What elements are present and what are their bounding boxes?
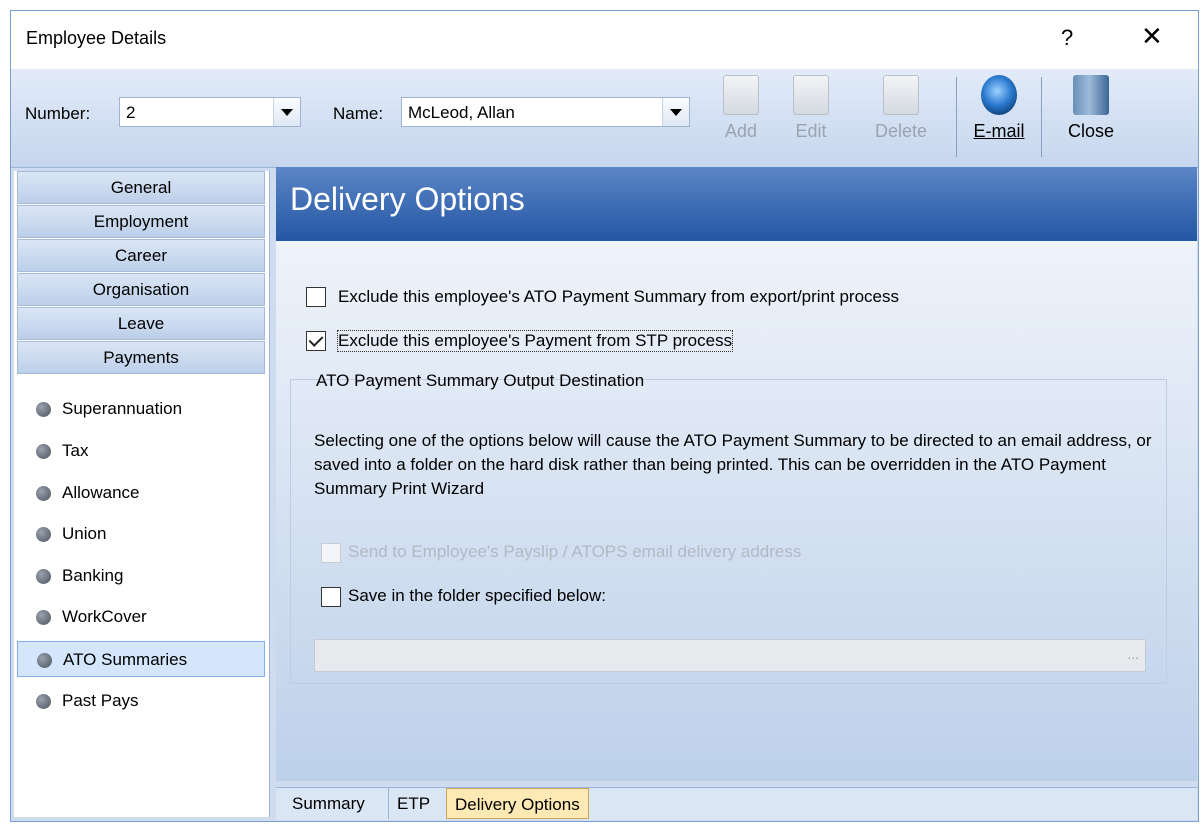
chevron-down-icon[interactable] [273,98,300,126]
delivery-options-content: Exclude this employee's ATO Payment Summ… [276,241,1197,781]
edit-record-icon [793,75,829,115]
exclude-stp-label: Exclude this employee's Payment from STP… [336,330,734,352]
name-label: Name: [333,104,384,123]
close-button-label: Close [1067,121,1115,141]
exit-door-icon [1073,75,1109,115]
sidebar-item-label: Union [62,524,107,543]
employee-details-window: Employee Details ? ✕ Number: 2 Name: McL… [10,10,1199,822]
exclude-ato-checkbox[interactable] [306,287,326,307]
save-folder-label: Save in the folder specified below: [348,586,606,605]
tab-strip: Summary ETP Delivery Options [276,787,1197,820]
sidebar-item-past-pays[interactable]: Past Pays [17,683,265,719]
section-header: Delivery Options [276,167,1197,241]
nav-payments[interactable]: Payments [17,341,265,374]
add-record-icon [723,75,759,115]
nav-career[interactable]: Career [17,239,265,272]
number-label: Number: [25,104,91,123]
email-globe-icon [981,75,1017,115]
delete-button[interactable]: Delete [866,75,936,159]
tab-summary[interactable]: Summary [284,788,373,819]
add-button-label: Add [724,121,758,141]
send-email-checkbox[interactable] [321,543,341,563]
sidebar: General Employment Career Organisation L… [14,171,270,817]
page-title: Delivery Options [290,181,525,217]
bullet-icon [37,653,52,668]
bullet-icon [36,569,51,584]
number-value: 2 [126,103,136,122]
bullet-icon [36,444,51,459]
sidebar-item-banking[interactable]: Banking [17,558,265,594]
exclude-stp-checkbox[interactable] [306,331,326,351]
bullet-icon [36,486,51,501]
nav-leave[interactable]: Leave [17,307,265,340]
send-email-label: Send to Employee's Payslip / ATOPS email… [348,542,802,561]
group-title: ATO Payment Summary Output Destination [316,371,645,390]
title-bar: Employee Details ? ✕ [11,11,1198,69]
exclude-ato-label: Exclude this employee's ATO Payment Summ… [338,287,899,306]
delete-button-label: Delete [874,121,928,141]
email-button[interactable]: E-mail [963,75,1035,159]
email-button-label: E-mail [973,121,1025,141]
sidebar-item-workcover[interactable]: WorkCover [17,599,265,635]
close-button[interactable]: Close [1059,75,1123,159]
group-description: Selecting one of the options below will … [314,431,1152,498]
sidebar-item-label: Allowance [62,483,140,502]
folder-path-field[interactable]: ... [314,639,1146,672]
bullet-icon [36,694,51,709]
sidebar-item-tax[interactable]: Tax [17,433,265,469]
sidebar-item-ato-summaries[interactable]: ATO Summaries [17,641,265,677]
add-button[interactable]: Add [721,75,761,159]
nav-general[interactable]: General [17,171,265,204]
sidebar-item-label: Tax [62,441,89,460]
toolbar: Number: 2 Name: McLeod, Allan Add Edit D… [11,69,1198,168]
bullet-icon [36,610,51,625]
name-combo[interactable]: McLeod, Allan [401,97,690,127]
bullet-icon [36,402,51,417]
delete-record-icon [883,75,919,115]
main-panel: Delivery Options Exclude this employee's… [276,167,1197,820]
nav-employment[interactable]: Employment [17,205,265,238]
help-button[interactable]: ? [1061,25,1073,51]
bullet-icon [36,527,51,542]
nav-organisation[interactable]: Organisation [17,273,265,306]
tab-delivery-options[interactable]: Delivery Options [446,788,589,819]
save-folder-checkbox[interactable] [321,587,341,607]
sidebar-item-allowance[interactable]: Allowance [17,475,265,511]
sidebar-item-label: Banking [62,566,124,585]
chevron-down-icon[interactable] [662,98,689,126]
tab-etp[interactable]: ETP [388,788,438,819]
edit-button[interactable]: Edit [791,75,831,159]
sidebar-item-label: WorkCover [62,607,147,626]
number-combo[interactable]: 2 [119,97,301,127]
toolbar-separator [956,77,957,157]
sidebar-item-superannuation[interactable]: Superannuation [17,391,265,427]
toolbar-separator [1041,77,1042,157]
browse-button[interactable]: ... [1127,646,1139,662]
name-value: McLeod, Allan [408,103,515,122]
close-window-button[interactable]: ✕ [1141,21,1163,52]
sidebar-item-label: Past Pays [62,691,139,710]
sidebar-item-label: Superannuation [62,399,183,418]
window-title: Employee Details [26,28,167,48]
sidebar-item-union[interactable]: Union [17,516,265,552]
edit-button-label: Edit [795,121,827,141]
sidebar-item-label: ATO Summaries [63,650,188,669]
